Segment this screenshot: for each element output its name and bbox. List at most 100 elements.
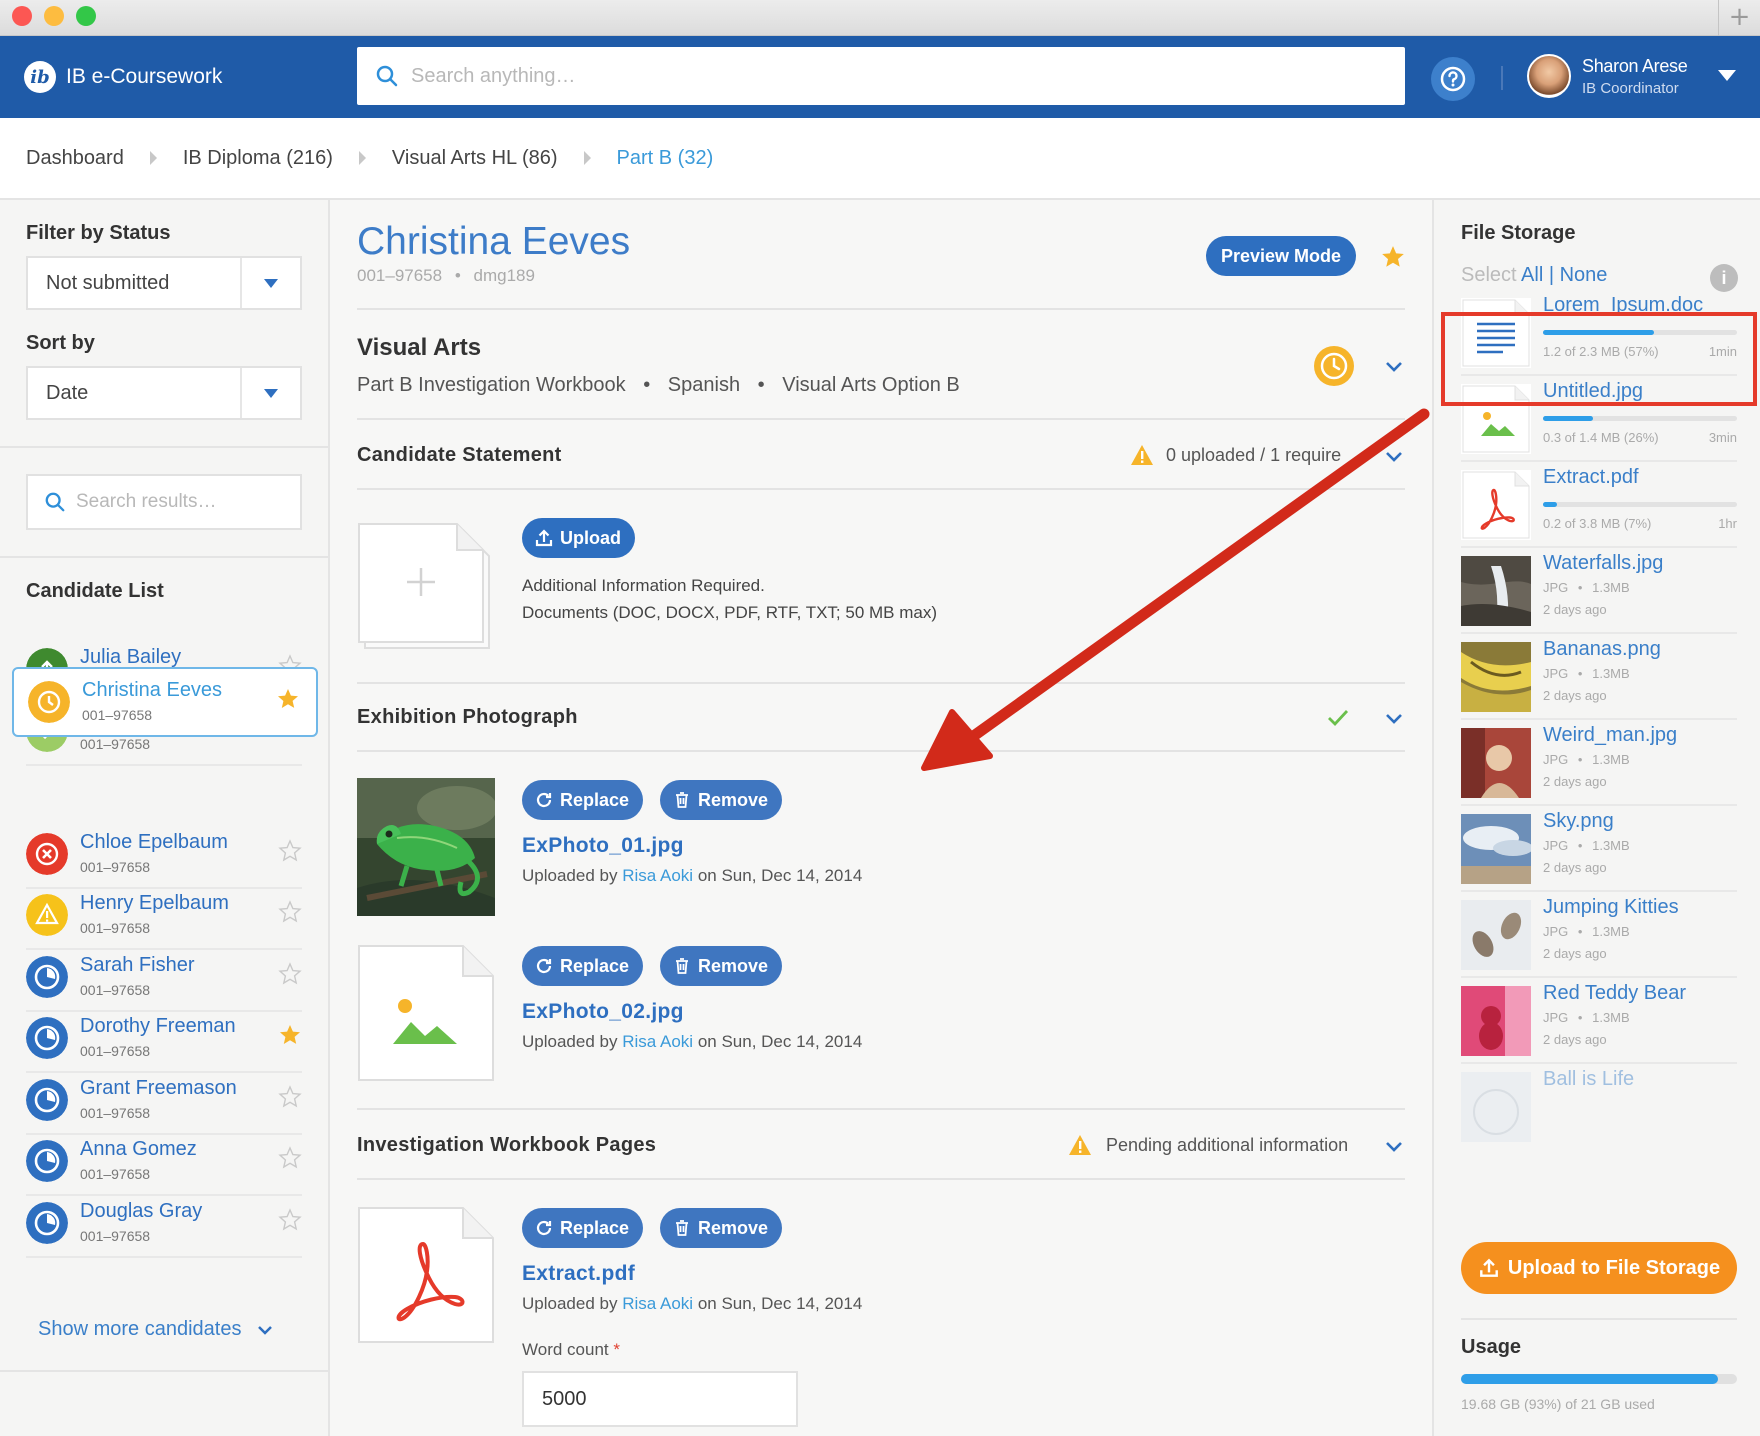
show-more-candidates[interactable]: Show more candidates [38, 1318, 273, 1341]
file-age: 2 days ago [1543, 774, 1607, 789]
stored-file-item[interactable]: Jumping Kitties JPG • 1.3MB 2 days ago [1461, 892, 1737, 978]
replace-button[interactable]: Replace [522, 780, 644, 820]
usage-bar [1461, 1374, 1737, 1384]
candidate-list-item[interactable]: Christina Eeves 001–97658 [12, 667, 318, 737]
candidate-id: 001–97658 [80, 1227, 151, 1244]
sort-select[interactable]: Date [26, 366, 302, 420]
uploaded-by-label: Uploaded by [522, 866, 618, 885]
image-file-icon[interactable] [357, 944, 495, 1082]
image-thumbnail [1461, 986, 1531, 1056]
stored-file-item[interactable]: Bananas.png JPG • 1.3MB 2 days ago [1461, 634, 1737, 720]
stored-file-item[interactable]: Ball is Life [1461, 1064, 1737, 1150]
meta-separator: • [1577, 752, 1583, 767]
info-icon[interactable]: i [1710, 264, 1738, 292]
star-icon[interactable] [278, 900, 302, 924]
file-size: 1.3MB [1592, 924, 1630, 939]
chevron-down-icon[interactable] [1384, 360, 1404, 374]
file-meta: JPG • 1.3MB [1543, 666, 1630, 681]
image-thumbnail [1461, 556, 1531, 626]
breadcrumb-ib-diploma[interactable]: IB Diploma (216) [183, 147, 333, 170]
candidate-list-item[interactable]: Chloe Epelbaum 001–97658 [26, 821, 302, 889]
stored-file-item[interactable]: Sky.png JPG • 1.3MB 2 days ago [1461, 806, 1737, 892]
avatar[interactable] [1527, 54, 1571, 98]
file-name[interactable]: Extract.pdf [522, 1262, 635, 1286]
breadcrumb-separator-icon [583, 151, 591, 165]
uploader-link[interactable]: Risa Aoki [622, 866, 693, 885]
word-count-input[interactable] [522, 1371, 798, 1427]
select-all-link[interactable]: All [1521, 264, 1543, 286]
candidate-list-item[interactable]: Douglas Gray 001–97658 [26, 1190, 302, 1258]
image-thumbnail [1461, 814, 1533, 884]
candidate-list-item[interactable]: Anna Gomez 001–97658 [26, 1128, 302, 1196]
replace-button-label: Replace [560, 789, 630, 810]
chevron-down-icon[interactable] [240, 258, 300, 308]
star-icon[interactable] [278, 1023, 302, 1047]
chevron-down-icon[interactable] [1384, 450, 1404, 464]
stored-file-item[interactable]: Red Teddy Bear JPG • 1.3MB 2 days ago [1461, 978, 1737, 1064]
refresh-icon [536, 958, 552, 974]
pdf-file-icon[interactable] [357, 1206, 495, 1344]
upload-button[interactable]: Upload [522, 518, 635, 558]
uploader-link[interactable]: Risa Aoki [622, 1032, 693, 1051]
breadcrumb-part-b[interactable]: Part B (32) [617, 147, 714, 170]
remove-button[interactable]: Remove [660, 946, 783, 986]
user-name[interactable]: Sharon Arese [1582, 56, 1688, 77]
divider [357, 1178, 1405, 1180]
star-icon[interactable] [278, 961, 302, 986]
minimize-window-button[interactable] [44, 6, 64, 26]
upload-to-file-storage-button[interactable]: Upload to File Storage [1461, 1242, 1737, 1294]
file-name: Ball is Life [1543, 1068, 1635, 1090]
divider [357, 682, 1405, 684]
stored-file-item[interactable]: Waterfalls.jpg JPG • 1.3MB 2 days ago [1461, 548, 1737, 634]
chevron-down-icon[interactable] [1384, 712, 1404, 726]
uploading-file-item[interactable]: Extract.pdf 0.2 of 3.8 MB (7%) 1hr [1461, 462, 1737, 548]
star-icon[interactable] [278, 1207, 302, 1232]
candidate-list-item[interactable]: Dorothy Freeman 001–97658 [26, 1005, 302, 1073]
close-window-button[interactable] [12, 6, 32, 26]
replace-button[interactable]: Replace [522, 946, 644, 986]
uploader-link[interactable]: Risa Aoki [622, 1294, 693, 1313]
global-search-input[interactable] [411, 64, 1311, 88]
chevron-down-icon[interactable] [240, 368, 300, 418]
warning-status-icon [26, 894, 68, 936]
stored-file-item[interactable]: Weird_man.jpg JPG • 1.3MB 2 days ago [1461, 720, 1737, 806]
replace-button-label: Replace [560, 1217, 630, 1238]
file-name[interactable]: ExPhoto_02.jpg [522, 1000, 684, 1024]
candidate-list-item[interactable]: Henry Epelbaum 001–97658 [26, 882, 302, 950]
star-icon[interactable] [278, 1084, 302, 1109]
exphoto-01-thumbnail[interactable] [357, 778, 495, 916]
file-type: JPG [1543, 752, 1569, 767]
user-menu-chevron-icon[interactable] [1718, 70, 1736, 81]
filter-status-select[interactable]: Not submitted [26, 256, 302, 310]
preview-mode-button[interactable]: Preview Mode [1206, 236, 1356, 276]
new-tab-button[interactable]: + [1718, 0, 1760, 36]
file-meta: JPG • 1.3MB [1543, 580, 1630, 595]
results-search-input[interactable] [76, 491, 276, 513]
star-icon[interactable] [1380, 244, 1406, 270]
chevron-down-icon[interactable] [1384, 1140, 1404, 1154]
select-none-link[interactable]: None [1560, 264, 1608, 286]
star-icon[interactable] [278, 838, 302, 863]
file-storage-title: File Storage [1461, 222, 1576, 244]
time-remaining: 3min [1708, 430, 1737, 445]
star-icon[interactable] [278, 1146, 302, 1170]
replace-button[interactable]: Replace [522, 1208, 644, 1248]
breadcrumb-visual-arts[interactable]: Visual Arts HL (86) [392, 147, 558, 170]
remove-button[interactable]: Remove [660, 1208, 783, 1248]
upload-progress-fill [1543, 416, 1594, 421]
help-button[interactable] [1431, 57, 1475, 101]
star-icon[interactable] [276, 687, 300, 711]
maximize-window-button[interactable] [76, 6, 96, 26]
candidate-list-item[interactable]: Grant Freemason 001–97658 [26, 1067, 302, 1135]
file-age: 2 days ago [1543, 1032, 1607, 1047]
breadcrumb-dashboard[interactable]: Dashboard [26, 147, 124, 170]
upload-progress-text: 0.2 of 3.8 MB (7%) [1543, 516, 1652, 531]
refresh-icon [536, 792, 552, 808]
remove-button[interactable]: Remove [660, 780, 783, 820]
candidate-list-item[interactable]: Sarah Fisher 001–97658 [26, 944, 302, 1012]
file-name[interactable]: ExPhoto_01.jpg [522, 834, 684, 858]
add-document-icon[interactable] [357, 516, 495, 654]
file-size: 1.3MB [1592, 752, 1630, 767]
upload-icon [1479, 1258, 1498, 1277]
app-logo[interactable]: ib IB e-Coursework [24, 60, 222, 94]
